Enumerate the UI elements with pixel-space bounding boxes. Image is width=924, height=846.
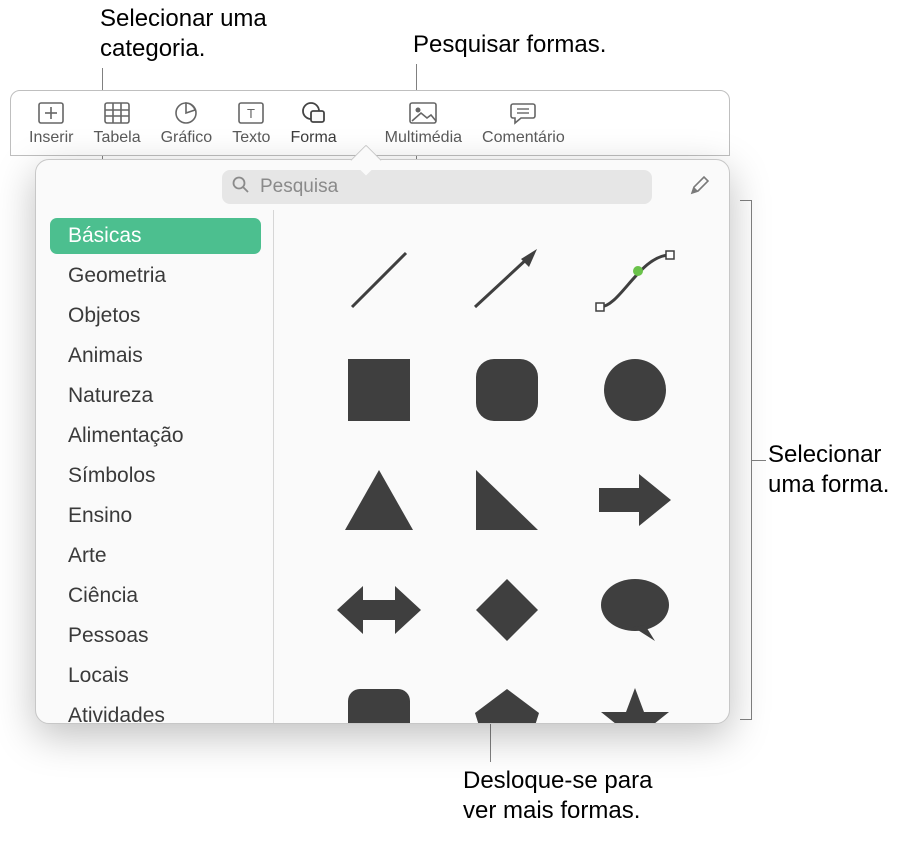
shape-diamond[interactable] xyxy=(452,560,562,660)
toolbar-label: Forma xyxy=(290,129,336,147)
category-atividades[interactable]: Atividades xyxy=(50,698,261,723)
category-natureza[interactable]: Natureza xyxy=(50,378,261,414)
toolbar-shape[interactable]: Forma xyxy=(280,99,346,147)
text-icon: T xyxy=(238,99,264,127)
callout-search: Pesquisar formas. xyxy=(413,30,606,60)
shape-arrow-right[interactable] xyxy=(580,450,690,550)
shape-bezier[interactable] xyxy=(580,230,690,330)
chart-icon xyxy=(174,99,198,127)
popover-top-row xyxy=(36,160,729,210)
shape-speech-bubble[interactable] xyxy=(580,560,690,660)
toolbar-label: Comentário xyxy=(482,129,565,147)
search-icon xyxy=(232,176,250,199)
category-locais[interactable]: Locais xyxy=(50,658,261,694)
toolbar-label: Tabela xyxy=(93,129,140,147)
toolbar-label: Gráfico xyxy=(161,129,213,147)
toolbar-table[interactable]: Tabela xyxy=(83,99,150,147)
toolbar-label: Inserir xyxy=(29,129,73,147)
category-objetos[interactable]: Objetos xyxy=(50,298,261,334)
shape-right-triangle[interactable] xyxy=(452,450,562,550)
media-icon xyxy=(409,99,437,127)
svg-text:T: T xyxy=(247,106,255,121)
shape-rounded-square[interactable] xyxy=(452,340,562,440)
toolbar-media[interactable]: Multimédia xyxy=(375,99,472,147)
toolbar: Inserir Tabela Gráfico T Texto Forma Mul… xyxy=(10,90,730,156)
toolbar-label: Texto xyxy=(232,129,270,147)
category-ciencia[interactable]: Ciência xyxy=(50,578,261,614)
category-basicas[interactable]: Básicas xyxy=(50,218,261,254)
shape-callout-rect[interactable] xyxy=(324,670,434,723)
callout-scroll-more: Desloque-se para ver mais formas. xyxy=(463,766,652,826)
toolbar-text[interactable]: T Texto xyxy=(222,99,280,147)
toolbar-label: Multimédia xyxy=(385,129,462,147)
shape-pentagon[interactable] xyxy=(452,670,562,723)
category-alimentacao[interactable]: Alimentação xyxy=(50,418,261,454)
toolbar-chart[interactable]: Gráfico xyxy=(151,99,223,147)
shape-circle[interactable] xyxy=(580,340,690,440)
category-animais[interactable]: Animais xyxy=(50,338,261,374)
shape-arrow-bidirectional[interactable] xyxy=(324,560,434,660)
search-input[interactable] xyxy=(258,175,642,199)
shape-icon xyxy=(301,99,327,127)
shape-popover: Básicas Geometria Objetos Animais Nature… xyxy=(35,159,730,724)
shape-star[interactable] xyxy=(580,670,690,723)
category-simbolos[interactable]: Símbolos xyxy=(50,458,261,494)
callout-bracket xyxy=(740,200,752,720)
toolbar-comment[interactable]: Comentário xyxy=(472,99,575,147)
insert-icon xyxy=(38,99,64,127)
comment-icon xyxy=(510,99,536,127)
shape-line[interactable] xyxy=(324,230,434,330)
table-icon xyxy=(104,99,130,127)
category-sidebar: Básicas Geometria Objetos Animais Nature… xyxy=(36,210,274,723)
shape-triangle[interactable] xyxy=(324,450,434,550)
search-field[interactable] xyxy=(222,170,652,204)
shape-grid xyxy=(274,210,729,723)
draw-shape-button[interactable] xyxy=(685,172,715,202)
shape-arrow-line[interactable] xyxy=(452,230,562,330)
category-pessoas[interactable]: Pessoas xyxy=(50,618,261,654)
callout-line xyxy=(752,460,766,461)
category-ensino[interactable]: Ensino xyxy=(50,498,261,534)
category-geometria[interactable]: Geometria xyxy=(50,258,261,294)
callout-category: Selecionar uma categoria. xyxy=(100,4,267,64)
shape-square[interactable] xyxy=(324,340,434,440)
callout-select-shape: Selecionar uma forma. xyxy=(768,440,889,500)
toolbar-insert[interactable]: Inserir xyxy=(19,99,83,147)
category-arte[interactable]: Arte xyxy=(50,538,261,574)
pen-icon xyxy=(688,173,712,202)
